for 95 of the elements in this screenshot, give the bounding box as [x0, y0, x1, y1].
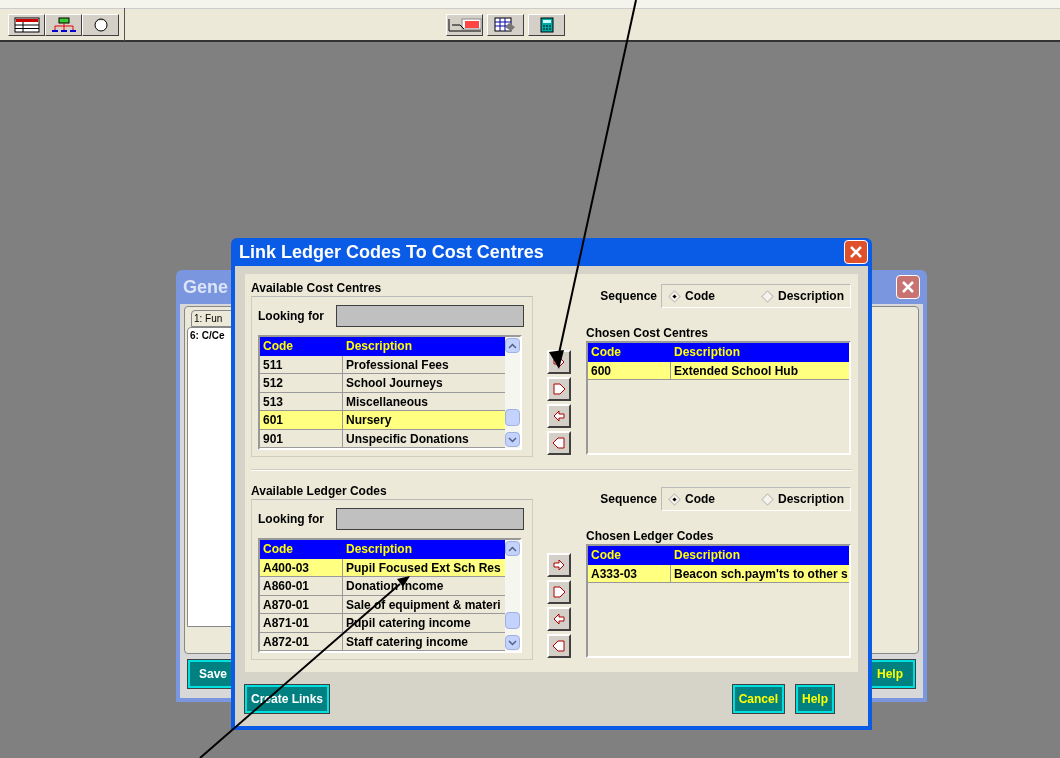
search-field[interactable] [336, 305, 524, 327]
table-cell: A333-03 [588, 564, 671, 582]
toolbar-button[interactable] [8, 13, 45, 36]
table-cell-text: Beacon sch.paym'ts to other s [673, 565, 849, 582]
radio-label: Description [778, 288, 844, 305]
table-cell: 600 [588, 361, 671, 379]
calculator-icon [539, 16, 554, 33]
search-field[interactable] [336, 508, 524, 530]
table-cell-text: Sale of equipment & materi [345, 596, 502, 613]
table-cell: A872-01 [260, 632, 343, 650]
table-cell: 512 [260, 374, 343, 392]
table-row[interactable]: A860-01 Donation income [260, 577, 505, 596]
table-cell: A860-01 [260, 577, 343, 595]
left-arrow-icon [551, 611, 567, 627]
column-header: Code [262, 541, 294, 558]
dialog-button[interactable]: Cancel [732, 685, 784, 713]
spreadsheet-icon [13, 16, 40, 33]
scroll-thumb[interactable] [505, 612, 520, 629]
radio-label: Description [778, 491, 844, 508]
right-pointer-icon [551, 381, 567, 397]
left-pointer-icon [551, 435, 567, 451]
move-button[interactable] [547, 607, 571, 631]
table-cell: 901 [260, 429, 343, 447]
toolbar-button[interactable] [487, 13, 524, 36]
table-cell-text: Miscellaneous [345, 393, 430, 410]
close-icon [849, 245, 863, 259]
toolbar-button[interactable] [446, 13, 483, 36]
move-button[interactable] [547, 553, 571, 577]
toolbar-button[interactable] [528, 13, 565, 36]
left-pointer-icon [551, 638, 567, 654]
dialog-button[interactable]: Create Links [245, 685, 330, 713]
column-header: Description [673, 547, 741, 564]
table-row[interactable]: 601 Nursery [260, 411, 505, 430]
scroll-down-icon [505, 635, 520, 650]
chosen-table[interactable]: Code Description 600 Extended School Hub [586, 341, 851, 455]
group-title: Chosen Cost Centres [586, 326, 710, 341]
group-title: Available Ledger Codes [251, 483, 388, 499]
chart-icon [447, 16, 482, 33]
list-table[interactable]: Code Description 511 Professional Fees 512 School Journeys 513 Miscellaneous 601 Nursery 901 Unspecific Donations [258, 335, 522, 450]
toolbar-button[interactable] [82, 13, 119, 36]
table-cell-text: Donation income [345, 578, 445, 595]
right-pointer-icon [551, 584, 567, 600]
close-icon[interactable] [896, 275, 920, 299]
column-header: Code [262, 338, 294, 355]
move-button[interactable] [547, 580, 571, 604]
scrollbar[interactable] [505, 540, 520, 651]
move-button[interactable] [547, 634, 571, 658]
scroll-up-icon [505, 338, 520, 353]
column-header: Description [673, 344, 741, 361]
radio-label: Code [685, 288, 715, 305]
radio-button[interactable] [668, 492, 681, 506]
hierarchy-icon [50, 16, 77, 33]
chosen-table[interactable]: Code Description A333-03 Beacon sch.paym'ts to other s [586, 544, 851, 658]
table-cell-text: Nursery [345, 412, 393, 429]
column-header: Code [590, 547, 622, 564]
group-title: Chosen Ledger Codes [586, 529, 715, 544]
table-cell: 511 [260, 355, 343, 373]
search-label: Looking for [258, 308, 325, 325]
scroll-thumb[interactable] [505, 409, 520, 426]
scroll-down-icon [505, 432, 520, 447]
table-cell-text: Unspecific Donations [345, 430, 470, 447]
close-button[interactable] [844, 240, 868, 264]
move-button[interactable] [547, 377, 571, 401]
table-cell-text: School Journeys [345, 375, 444, 392]
toolbar-button[interactable] [45, 13, 82, 36]
right-arrow-icon [551, 557, 567, 573]
table-cell-text: Pupil Focused Ext Sch Res [345, 559, 502, 576]
move-button[interactable] [547, 404, 571, 428]
table-cell-text: Extended School Hub [673, 362, 799, 379]
radio-button[interactable] [761, 492, 774, 506]
radio-label: Code [685, 491, 715, 508]
move-button[interactable] [547, 431, 571, 455]
column-header: Description [345, 338, 413, 355]
window-title: Link Ledger Codes To Cost Centres [239, 240, 544, 264]
table-cell: A400-03 [260, 558, 343, 576]
table-cell: 601 [260, 411, 343, 429]
table-cell: A871-01 [260, 614, 343, 632]
left-arrow-icon [551, 408, 567, 424]
radio-button[interactable] [668, 289, 681, 303]
search-label: Looking for [258, 511, 325, 528]
sequence-label: Sequence [600, 491, 657, 508]
radio-button[interactable] [761, 289, 774, 303]
table-cell-text: Professional Fees [345, 356, 450, 373]
scroll-up-icon [505, 541, 520, 556]
scrollbar[interactable] [505, 337, 520, 448]
table-cell: A870-01 [260, 595, 343, 613]
dialog-button[interactable]: Help [796, 685, 834, 713]
column-header: Code [590, 344, 622, 361]
table-cell-text: Staff catering income [345, 633, 470, 650]
column-header: Description [345, 541, 413, 558]
window-title: Gene [183, 275, 229, 299]
table-row[interactable]: 512 School Journeys [260, 374, 505, 393]
table-cell: 513 [260, 392, 343, 410]
group-title: Available Cost Centres [251, 280, 383, 296]
sequence-label: Sequence [600, 288, 657, 305]
